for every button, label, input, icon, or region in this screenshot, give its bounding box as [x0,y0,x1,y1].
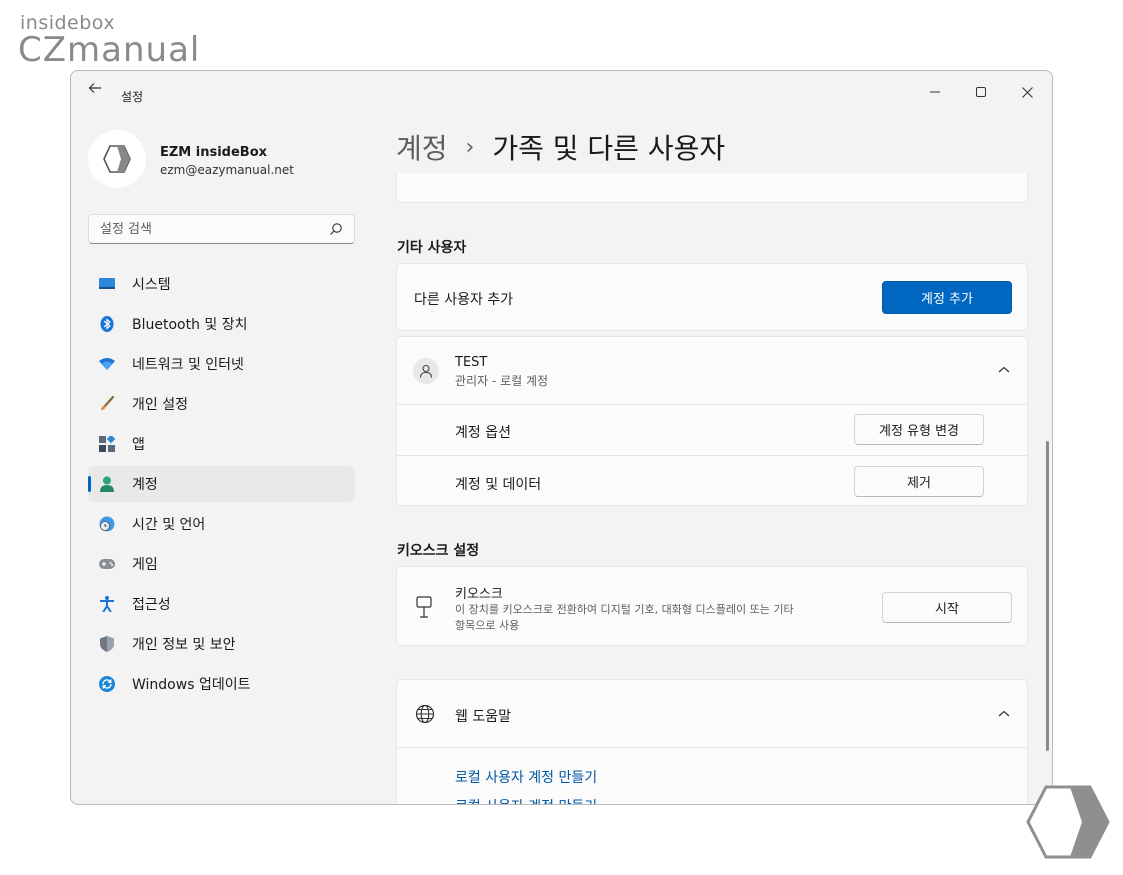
chevron-up-icon[interactable] [997,363,1011,377]
user-avatar [413,358,439,384]
page-title: 가족 및 다른 사용자 [492,132,726,165]
sidebar-item-label: 접근성 [132,597,171,613]
help-link[interactable]: 로컬 사용자 계정 만들기 [455,796,597,804]
web-help-card: 웹 도움말 로컬 사용자 계정 만들기 로컬 사용자 계정 만들기 [396,679,1028,804]
kiosk-title: 키오스크 [455,587,503,602]
sidebar-item-label: 시간 및 언어 [132,517,206,533]
sidebar-item-gaming[interactable]: 게임 [88,546,355,582]
brush-icon [99,396,115,412]
wifi-icon [99,356,115,372]
globe-icon [415,704,435,724]
settings-window: 설정 EZM insideBox ezm@eazymanual.net 시스템 … [70,70,1053,805]
hexagon-logo-icon [1026,785,1110,859]
user-name: TEST [455,355,488,370]
web-help-header[interactable]: 웹 도움말 [397,680,1027,747]
minimize-button[interactable] [912,77,958,107]
account-options-label: 계정 옵션 [455,425,511,441]
shield-icon [99,636,115,652]
family-card-partial [396,173,1028,203]
back-arrow-icon [88,83,101,93]
kiosk-description-line2: 항목으로 사용 [455,619,520,632]
sidebar-item-time-language[interactable]: 시간 및 언어 [88,506,355,542]
section-heading-kiosk: 키오스크 설정 [397,543,480,559]
section-heading-other-users: 기타 사용자 [397,240,467,256]
window-title: 설정 [121,90,144,104]
maximize-icon [976,87,986,97]
bluetooth-icon [99,316,115,332]
breadcrumb: 계정 › 가족 및 다른 사용자 [396,127,725,167]
breadcrumb-parent[interactable]: 계정 [396,127,448,167]
account-icon [99,476,115,492]
search-box[interactable] [88,214,355,244]
user-card: TEST 관리자 - 로컬 계정 계정 옵션 계정 유형 변경 계정 및 데이터… [396,336,1028,506]
kiosk-icon [416,596,432,618]
sidebar-item-label: 계정 [132,477,158,493]
apps-icon [99,436,115,452]
divider [397,747,1027,748]
breadcrumb-separator: › [465,134,475,160]
sidebar-item-privacy[interactable]: 개인 정보 및 보안 [88,626,355,662]
add-account-button[interactable]: 계정 추가 [882,281,1012,314]
update-icon [99,676,115,692]
kiosk-description-line1: 이 장치를 키오스크로 전환하여 디지털 기호, 대화형 디스플레이 또는 기타 [455,603,794,616]
hexagon-logo-icon [103,145,131,173]
sidebar-item-label: 네트워크 및 인터넷 [132,357,244,373]
sidebar-item-label: 시스템 [132,277,171,293]
close-icon [1021,86,1033,98]
sidebar-item-windows-update[interactable]: Windows 업데이트 [88,666,355,702]
clock-globe-icon [99,516,115,532]
watermark-logo: CZmanual [18,30,201,70]
minimize-icon [930,91,940,93]
accessibility-icon [99,596,115,612]
change-account-type-button[interactable]: 계정 유형 변경 [854,414,984,445]
system-icon [99,276,115,292]
scrollbar[interactable] [1046,441,1049,751]
sidebar-item-label: 앱 [132,437,145,453]
title-bar: 설정 [71,71,1052,107]
sidebar-item-label: 개인 설정 [132,397,188,413]
remove-button[interactable]: 제거 [854,466,984,497]
sidebar-item-label: Bluetooth 및 장치 [132,317,248,333]
sidebar-item-label: 게임 [132,557,158,573]
sidebar-item-accounts[interactable]: 계정 [88,466,355,502]
add-user-label: 다른 사용자 추가 [414,292,514,308]
help-link[interactable]: 로컬 사용자 계정 만들기 [455,767,597,787]
user-header[interactable]: TEST 관리자 - 로컬 계정 [397,337,1027,404]
search-icon[interactable] [329,222,343,236]
profile-name: EZM insideBox [160,145,268,160]
profile-email: ezm@eazymanual.net [160,163,294,177]
kiosk-card: 키오스크 이 장치를 키오스크로 전환하여 디지털 기호, 대화형 디스플레이 … [396,566,1028,646]
sidebar-nav: 시스템 Bluetooth 및 장치 네트워크 및 인터넷 개인 설정 앱 계정… [88,266,355,706]
user-role: 관리자 - 로컬 계정 [455,374,549,388]
search-input[interactable] [89,215,319,243]
kiosk-start-button[interactable]: 시작 [882,592,1012,623]
sidebar-item-label: 개인 정보 및 보안 [132,637,236,653]
person-icon [419,364,433,378]
web-help-title: 웹 도움말 [455,709,511,725]
divider [397,404,1027,405]
sidebar-item-system[interactable]: 시스템 [88,266,355,302]
avatar[interactable] [88,130,146,188]
close-button[interactable] [1004,77,1050,107]
gamepad-icon [99,556,115,572]
divider [397,455,1027,456]
sidebar-item-personalization[interactable]: 개인 설정 [88,386,355,422]
back-button[interactable] [85,81,105,101]
sidebar-item-accessibility[interactable]: 접근성 [88,586,355,622]
sidebar-item-bluetooth[interactable]: Bluetooth 및 장치 [88,306,355,342]
sidebar-item-label: Windows 업데이트 [132,677,251,693]
account-data-label: 계정 및 데이터 [455,477,542,493]
sidebar-item-apps[interactable]: 앱 [88,426,355,462]
maximize-button[interactable] [958,77,1004,107]
add-user-card: 다른 사용자 추가 계정 추가 [396,263,1028,331]
sidebar-item-network[interactable]: 네트워크 및 인터넷 [88,346,355,382]
chevron-up-icon[interactable] [997,707,1011,721]
